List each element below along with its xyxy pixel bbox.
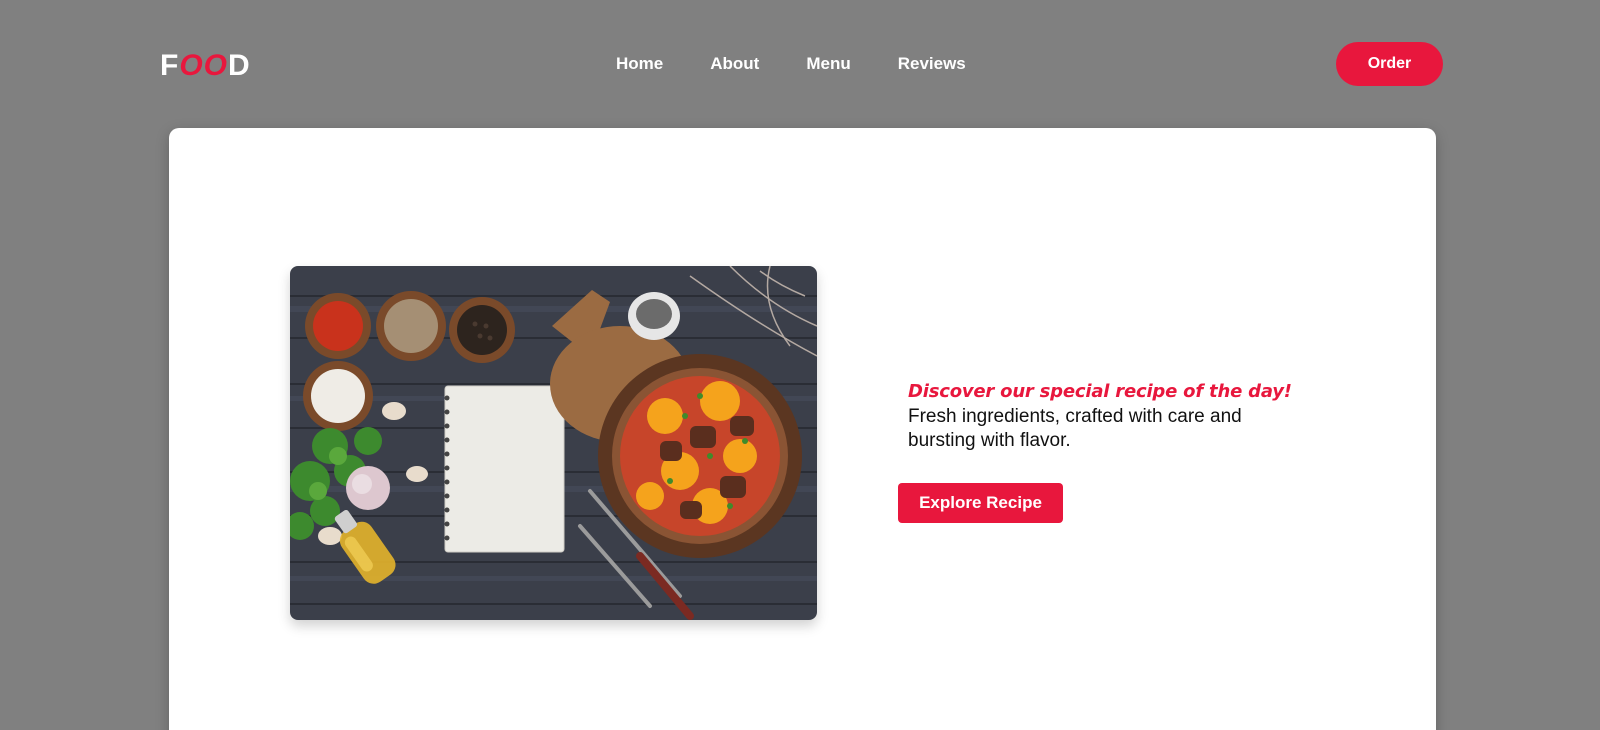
main-nav: Home About Menu Reviews xyxy=(616,54,966,74)
nav-link-reviews[interactable]: Reviews xyxy=(898,54,966,74)
hero-card: Discover our special recipe of the day! … xyxy=(169,128,1436,730)
food-photo xyxy=(290,266,817,620)
logo[interactable]: FOOD xyxy=(160,48,251,84)
page: FOOD Home About Menu Reviews Order Disco… xyxy=(0,0,1600,730)
nav-link-about[interactable]: About xyxy=(710,54,759,74)
hero-headline: Discover our special recipe of the day! xyxy=(908,381,1292,402)
logo-accent: OO xyxy=(179,49,228,82)
nav-link-home[interactable]: Home xyxy=(616,54,663,74)
logo-letter-d: D xyxy=(228,49,251,82)
explore-recipe-button[interactable]: Explore Recipe xyxy=(898,483,1063,523)
hero-subtext: Fresh ingredients, crafted with care and… xyxy=(908,406,1242,451)
nav-link-menu[interactable]: Menu xyxy=(806,54,850,74)
logo-letter-f: F xyxy=(160,49,180,82)
hero-copy: Discover our special recipe of the day! … xyxy=(908,380,1292,453)
order-button[interactable]: Order xyxy=(1336,42,1443,86)
